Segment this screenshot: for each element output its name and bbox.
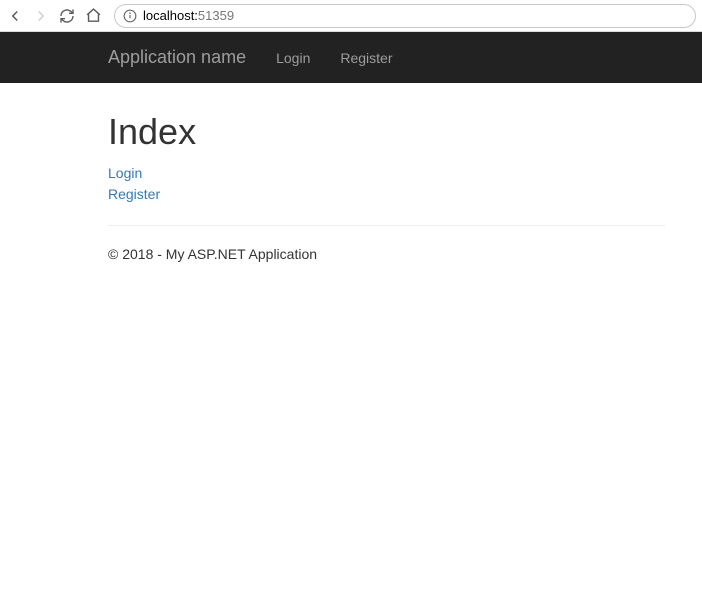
back-button[interactable] bbox=[6, 7, 24, 25]
login-link[interactable]: Login bbox=[108, 163, 665, 184]
nav-register-link[interactable]: Register bbox=[325, 35, 407, 81]
home-button[interactable] bbox=[84, 7, 102, 25]
divider bbox=[108, 225, 665, 226]
main-content: Index Login Register © 2018 - My ASP.NET… bbox=[0, 83, 680, 282]
link-list: Login Register bbox=[108, 163, 665, 205]
brand-link[interactable]: Application name bbox=[108, 32, 261, 83]
reload-button[interactable] bbox=[58, 7, 76, 25]
address-bar[interactable]: localhost:51359 bbox=[114, 4, 696, 28]
register-link[interactable]: Register bbox=[108, 184, 665, 205]
url-text: localhost:51359 bbox=[143, 8, 234, 23]
nav-login-link[interactable]: Login bbox=[261, 35, 325, 81]
footer-text: © 2018 - My ASP.NET Application bbox=[108, 246, 665, 282]
browser-toolbar: localhost:51359 bbox=[0, 0, 702, 32]
page-title: Index bbox=[108, 111, 665, 153]
navbar: Application name Login Register bbox=[0, 32, 702, 83]
info-icon bbox=[123, 9, 137, 23]
forward-button[interactable] bbox=[32, 7, 50, 25]
